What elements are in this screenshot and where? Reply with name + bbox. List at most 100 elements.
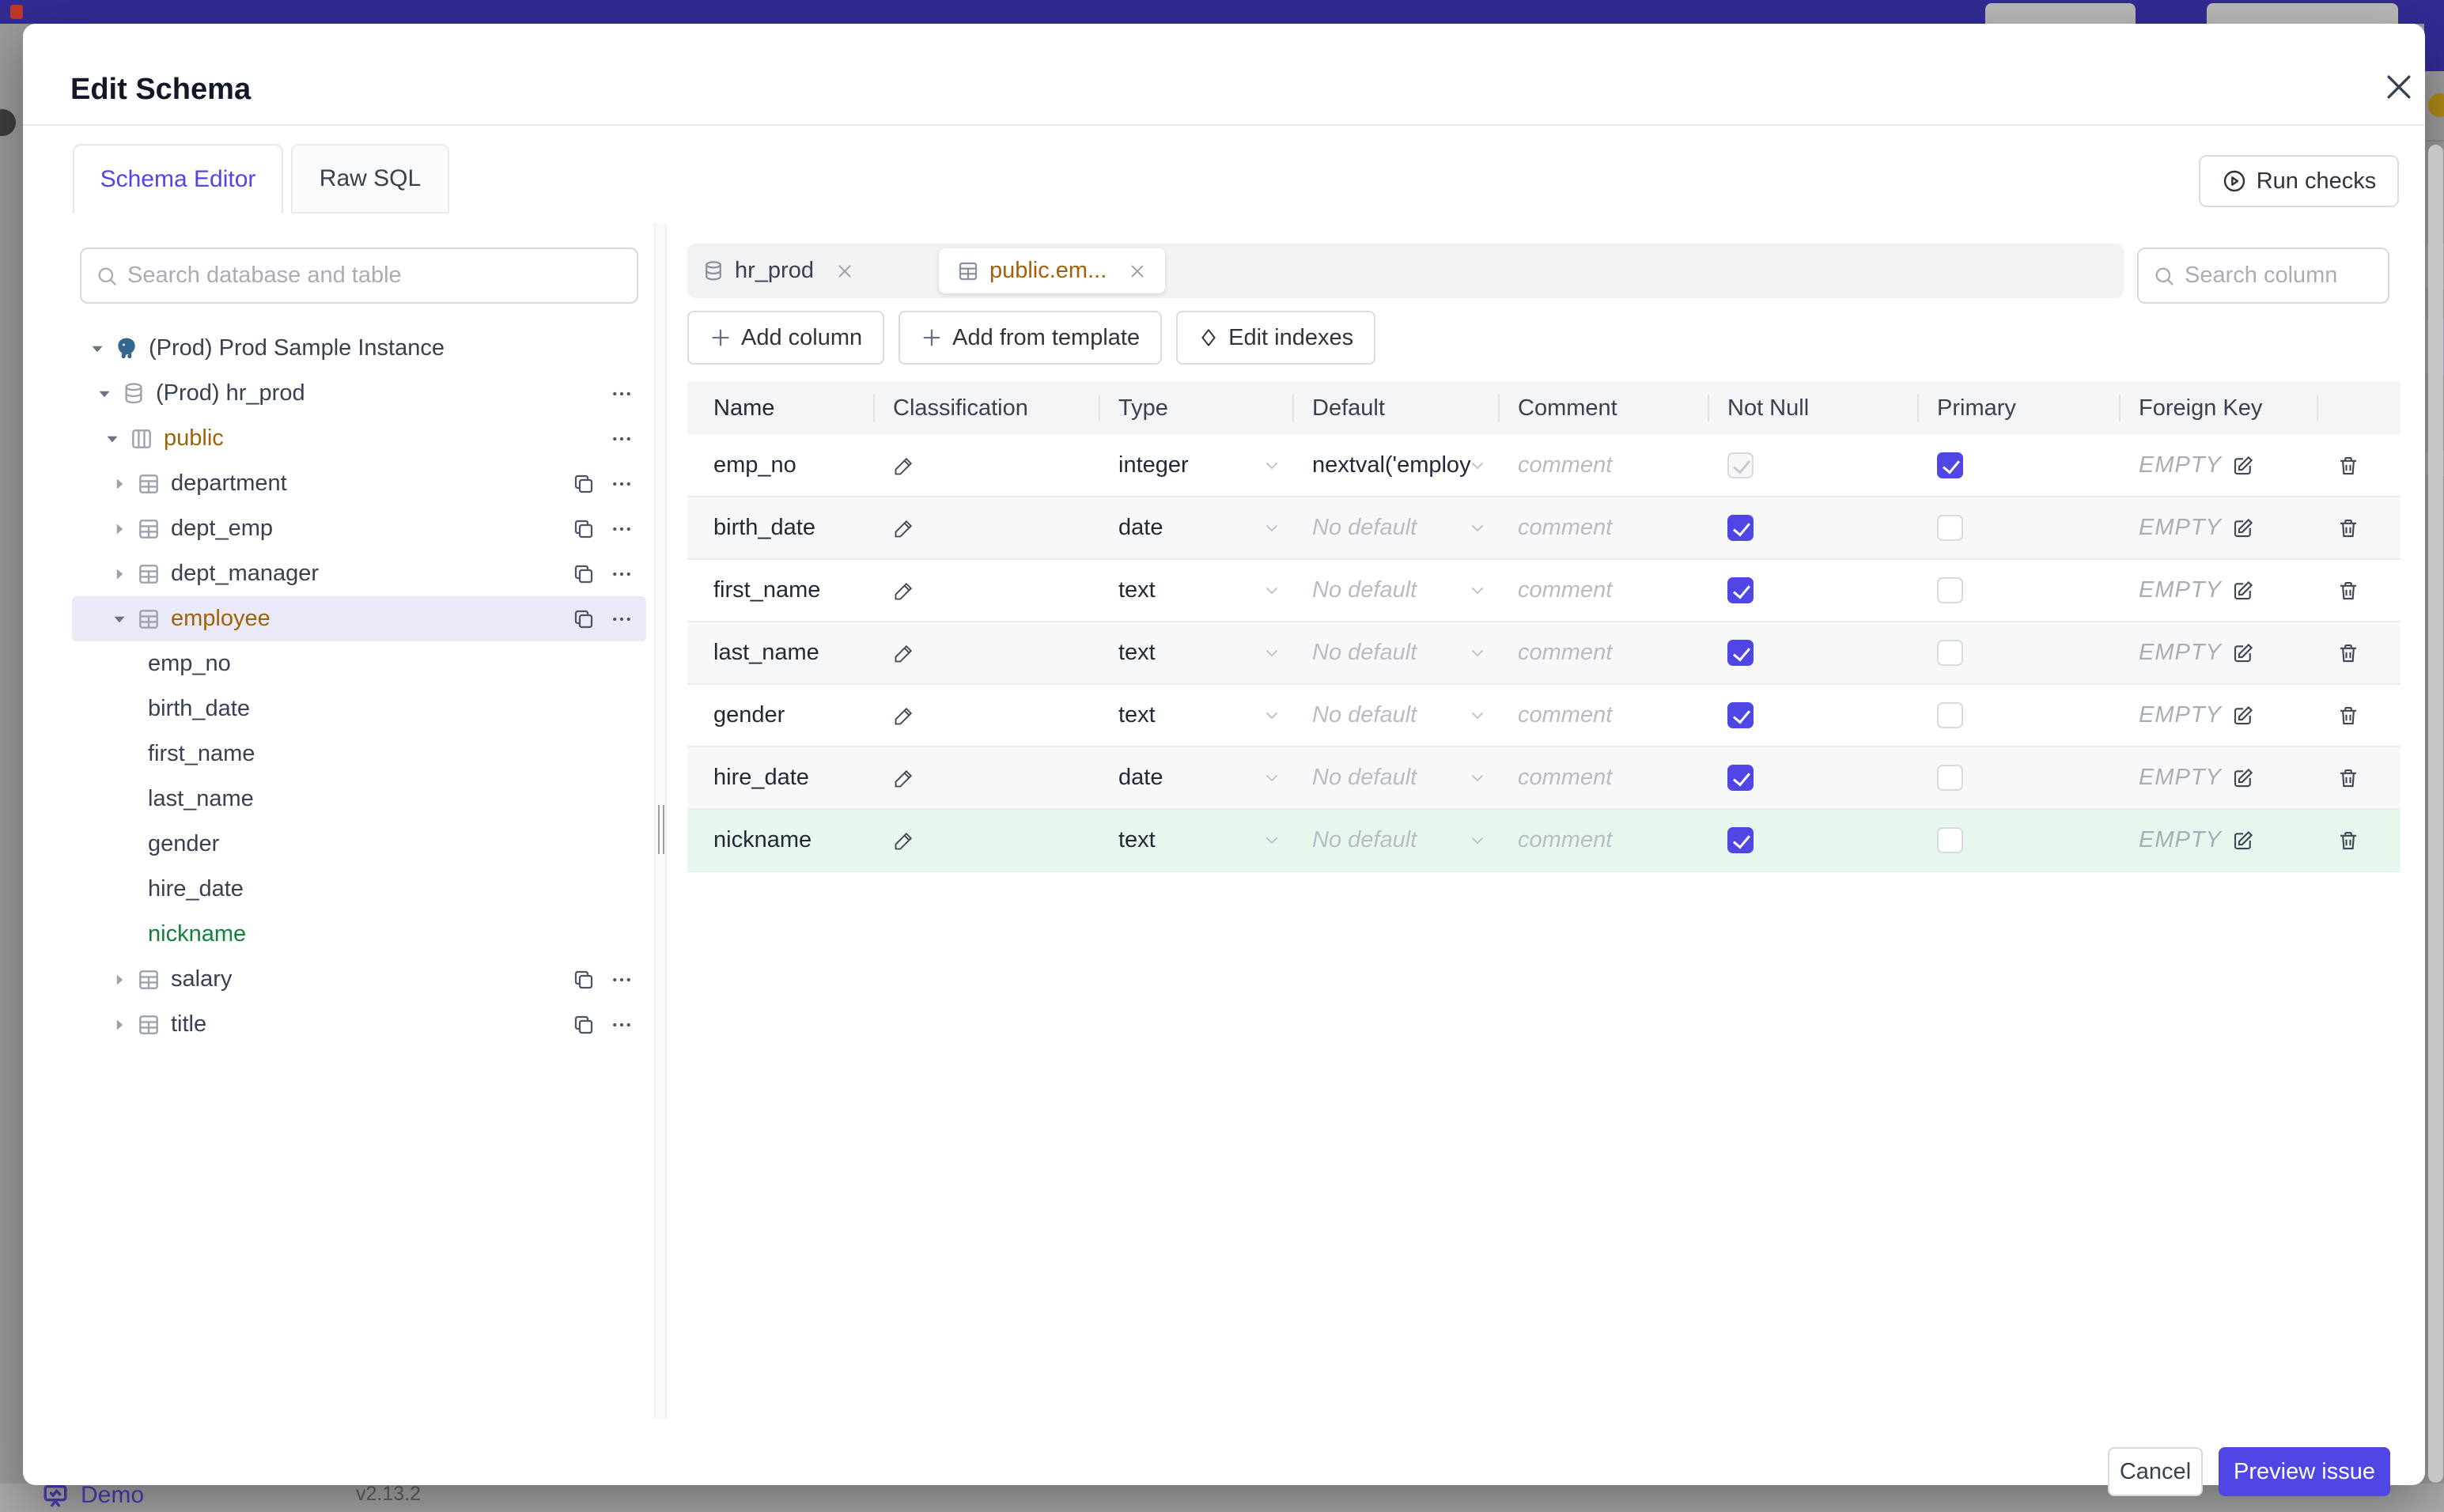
comment-field[interactable]: comment <box>1498 577 1708 603</box>
close-icon[interactable] <box>1127 261 1148 282</box>
not-null-checkbox[interactable] <box>1727 702 1754 728</box>
edit-foreign-key-icon[interactable] <box>2231 765 2255 791</box>
more-icon[interactable] <box>610 968 634 992</box>
tree-item-column-hire-date[interactable]: hire_date <box>72 867 646 912</box>
column-name-field[interactable]: birth_date <box>687 515 873 541</box>
primary-checkbox[interactable] <box>1937 515 1963 541</box>
trash-icon[interactable] <box>2336 516 2360 541</box>
cancel-button[interactable]: Cancel <box>2108 1447 2203 1496</box>
add-from-template-button[interactable]: Add from template <box>899 311 1163 365</box>
tree-item-column-emp-no[interactable]: emp_no <box>72 641 646 686</box>
caret-right-icon[interactable] <box>109 1015 130 1035</box>
search-database-input[interactable]: Search database and table <box>80 248 638 304</box>
copy-icon[interactable] <box>572 1013 596 1037</box>
trash-icon[interactable] <box>2336 453 2360 478</box>
comment-field[interactable]: comment <box>1498 827 1708 853</box>
edit-foreign-key-icon[interactable] <box>2231 578 2255 603</box>
column-name-field[interactable]: last_name <box>687 640 873 666</box>
type-select[interactable]: date <box>1099 747 1292 808</box>
comment-field[interactable]: comment <box>1498 452 1708 478</box>
column-name-field[interactable]: hire_date <box>687 765 873 791</box>
tree-item-column-last-name[interactable]: last_name <box>72 777 646 822</box>
caret-right-icon[interactable] <box>109 970 130 990</box>
more-icon[interactable] <box>610 472 634 496</box>
not-null-checkbox[interactable] <box>1727 765 1754 791</box>
close-icon[interactable] <box>2382 70 2416 104</box>
primary-checkbox[interactable] <box>1937 640 1963 666</box>
editor-tab-public-employee[interactable]: public.em... <box>938 248 1166 293</box>
tab-schema-editor[interactable]: Schema Editor <box>73 144 283 214</box>
caret-down-icon[interactable] <box>87 338 108 359</box>
primary-checkbox[interactable] <box>1937 577 1963 603</box>
trash-icon[interactable] <box>2336 765 2360 791</box>
modal-scrollbar[interactable] <box>2428 145 2443 1483</box>
more-icon[interactable] <box>610 562 634 586</box>
classification-edit-button[interactable] <box>873 767 1099 789</box>
tree-item-table-department[interactable]: department <box>72 461 646 506</box>
type-select[interactable]: date <box>1099 497 1292 558</box>
tree-item-table-employee[interactable]: employee <box>72 596 646 641</box>
more-icon[interactable] <box>610 382 634 406</box>
panel-resize-divider[interactable] <box>654 223 667 1419</box>
classification-edit-button[interactable] <box>873 642 1099 664</box>
tab-raw-sql[interactable]: Raw SQL <box>291 144 449 214</box>
edit-foreign-key-icon[interactable] <box>2231 703 2255 728</box>
tree-item-database-hr-prod[interactable]: (Prod) hr_prod <box>72 371 646 416</box>
edit-indexes-button[interactable]: Edit indexes <box>1176 311 1376 365</box>
caret-right-icon[interactable] <box>109 519 130 539</box>
primary-checkbox[interactable] <box>1937 765 1963 791</box>
caret-down-icon[interactable] <box>109 609 130 629</box>
default-select[interactable]: No default <box>1292 560 1498 621</box>
copy-icon[interactable] <box>572 607 596 631</box>
column-name-field[interactable]: nickname <box>687 827 873 853</box>
type-select[interactable]: text <box>1099 810 1292 871</box>
tree-item-table-salary[interactable]: salary <box>72 957 646 1002</box>
caret-down-icon[interactable] <box>102 429 123 449</box>
default-select[interactable]: No default <box>1292 810 1498 871</box>
tree-item-column-first-name[interactable]: first_name <box>72 731 646 777</box>
more-icon[interactable] <box>610 517 634 541</box>
type-select[interactable]: text <box>1099 560 1292 621</box>
preview-issue-button[interactable]: Preview issue <box>2219 1447 2390 1496</box>
type-select[interactable]: text <box>1099 622 1292 683</box>
column-name-field[interactable]: gender <box>687 702 873 728</box>
tree-item-column-nickname[interactable]: nickname <box>72 912 646 957</box>
tree-item-schema-public[interactable]: public <box>72 416 646 461</box>
search-column-input[interactable]: Search column <box>2137 248 2389 304</box>
type-select[interactable]: text <box>1099 685 1292 746</box>
not-null-checkbox[interactable] <box>1727 452 1754 478</box>
trash-icon[interactable] <box>2336 641 2360 666</box>
copy-icon[interactable] <box>572 472 596 496</box>
classification-edit-button[interactable] <box>873 455 1099 477</box>
caret-right-icon[interactable] <box>109 474 130 494</box>
not-null-checkbox[interactable] <box>1727 515 1754 541</box>
default-select[interactable]: No default <box>1292 497 1498 558</box>
comment-field[interactable]: comment <box>1498 702 1708 728</box>
default-select[interactable]: No default <box>1292 747 1498 808</box>
trash-icon[interactable] <box>2336 703 2360 728</box>
default-select[interactable]: No default <box>1292 685 1498 746</box>
caret-right-icon[interactable] <box>109 564 130 584</box>
comment-field[interactable]: comment <box>1498 640 1708 666</box>
column-name-field[interactable]: first_name <box>687 577 873 603</box>
add-column-button[interactable]: Add column <box>687 311 885 365</box>
copy-icon[interactable] <box>572 562 596 586</box>
trash-icon[interactable] <box>2336 828 2360 853</box>
tree-item-table-dept-manager[interactable]: dept_manager <box>72 551 646 596</box>
more-icon[interactable] <box>610 427 634 451</box>
classification-edit-button[interactable] <box>873 830 1099 852</box>
default-select[interactable]: nextval('employ <box>1292 435 1498 496</box>
classification-edit-button[interactable] <box>873 517 1099 539</box>
primary-checkbox[interactable] <box>1937 827 1963 853</box>
classification-edit-button[interactable] <box>873 580 1099 602</box>
primary-checkbox[interactable] <box>1937 702 1963 728</box>
default-select[interactable]: No default <box>1292 622 1498 683</box>
tree-item-table-dept-emp[interactable]: dept_emp <box>72 506 646 551</box>
not-null-checkbox[interactable] <box>1727 640 1754 666</box>
not-null-checkbox[interactable] <box>1727 827 1754 853</box>
primary-checkbox[interactable] <box>1937 452 1963 478</box>
tree-item-table-title[interactable]: title <box>72 1002 646 1047</box>
column-name-field[interactable]: emp_no <box>687 452 873 478</box>
tree-item-column-gender[interactable]: gender <box>72 822 646 867</box>
editor-tab-hr-prod[interactable]: hr_prod <box>687 258 871 284</box>
